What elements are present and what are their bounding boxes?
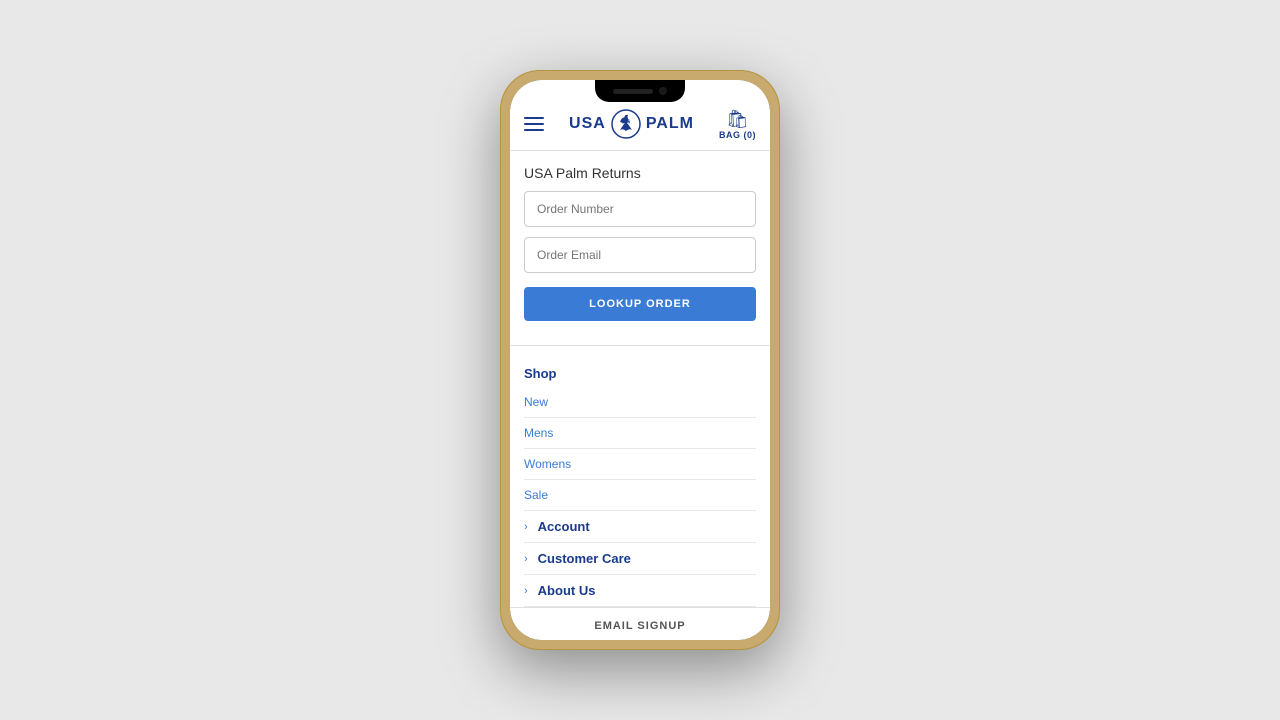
notch-pill [613, 89, 653, 94]
nav-section: Shop New Mens Womens Sale › [510, 356, 770, 607]
chevron-right-icon-customer-care: › [524, 553, 528, 565]
email-signup-button[interactable]: EMAIL SIGNUP [510, 607, 770, 640]
bag-icon: 🛍 [726, 109, 749, 130]
logo-text-right: PALM [646, 115, 694, 133]
phone-screen-container: USA PALM 🛍 BAG (0) [510, 80, 770, 640]
returns-form: LOOKUP ORDER [510, 191, 770, 335]
nav-link-womens: Womens [524, 457, 571, 471]
nav-item-mens[interactable]: Mens [524, 418, 756, 449]
nav-item-account[interactable]: › Account [524, 511, 756, 543]
nav-item-customer-care[interactable]: › Customer Care [524, 543, 756, 575]
nav-label-about-us: About Us [538, 583, 596, 598]
chevron-right-icon-account: › [524, 521, 528, 533]
logo-text-left: USA [569, 115, 606, 133]
nav-item-new[interactable]: New [524, 387, 756, 418]
page-title: USA Palm Returns [510, 151, 770, 191]
nav-link-sale: Sale [524, 488, 548, 502]
lookup-order-button[interactable]: LOOKUP ORDER [524, 287, 756, 321]
logo[interactable]: USA PALM [569, 108, 694, 140]
phone-screen: USA PALM 🛍 BAG (0) [510, 80, 770, 640]
bag-label: BAG (0) [719, 130, 756, 140]
order-email-input[interactable] [524, 237, 756, 273]
chevron-right-icon-about-us: › [524, 585, 528, 597]
nav-link-mens: Mens [524, 426, 553, 440]
nav-item-sale[interactable]: Sale [524, 480, 756, 511]
phone-notch [595, 80, 685, 102]
shop-category-label: Shop [524, 356, 756, 387]
logo-emblem-icon [610, 108, 642, 140]
content-area: USA Palm Returns LOOKUP ORDER Shop New M… [510, 151, 770, 640]
nav-label-account: Account [538, 519, 590, 534]
nav-link-new: New [524, 395, 548, 409]
notch-camera [659, 87, 667, 95]
phone-frame: USA PALM 🛍 BAG (0) [500, 70, 780, 650]
nav-item-about-us[interactable]: › About Us [524, 575, 756, 607]
hamburger-menu-button[interactable] [524, 117, 544, 131]
order-number-input[interactable] [524, 191, 756, 227]
divider [510, 345, 770, 346]
nav-item-womens[interactable]: Womens [524, 449, 756, 480]
nav-label-customer-care: Customer Care [538, 551, 631, 566]
bag-button[interactable]: 🛍 BAG (0) [719, 109, 756, 140]
